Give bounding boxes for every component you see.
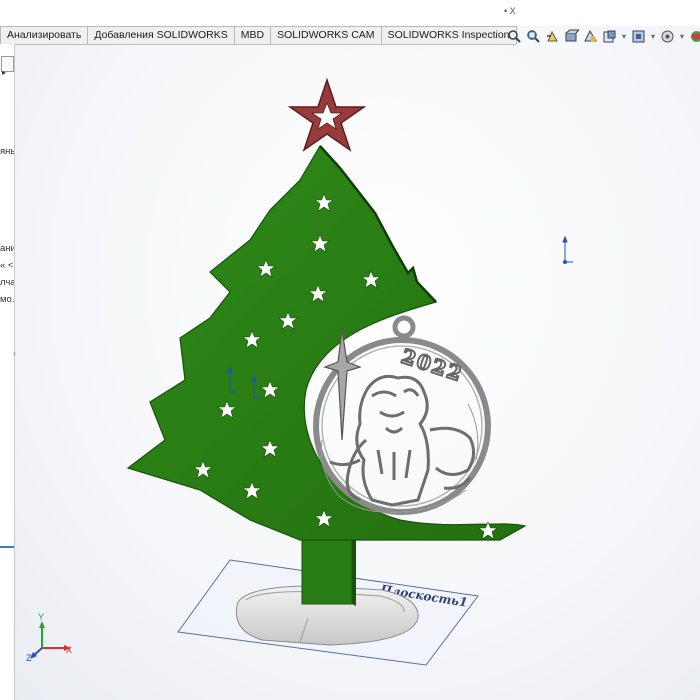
window-controls[interactable]: • X <box>504 6 516 16</box>
origin-marker-left <box>227 366 262 399</box>
panel-text-2: ани <box>0 243 15 254</box>
display-style-dropdown[interactable]: ▾ <box>620 28 628 45</box>
christmas-tree[interactable] <box>126 144 527 541</box>
display-style-icon[interactable] <box>601 28 618 45</box>
ornament-medallion[interactable]: 2022 <box>313 315 491 515</box>
ornament-detail-lines <box>320 403 479 513</box>
edit-appearance-icon[interactable] <box>659 28 676 45</box>
tab-solidworks-cam[interactable]: SOLIDWORKS CAM <box>270 26 382 44</box>
reference-plane[interactable]: Плоскость1 <box>177 559 479 666</box>
tree-topper-star[interactable] <box>287 77 367 152</box>
star-cutout <box>217 400 237 419</box>
triad-z-label: Z <box>26 653 32 663</box>
origin-marker-right <box>562 235 573 264</box>
zoom-area-icon[interactable] <box>525 28 542 45</box>
panel-resize-grip[interactable]: ‹ <box>13 348 19 362</box>
panel-expand-icon[interactable]: ▸ <box>2 68 6 77</box>
reference-triad: Y X Z <box>26 612 72 663</box>
zoom-to-fit-icon[interactable] <box>506 28 523 45</box>
graphics-viewport[interactable]: Плоскость1 2022 Y X Z <box>0 0 700 700</box>
tree-base[interactable] <box>236 585 419 646</box>
star-cutout <box>256 259 276 278</box>
star-cutout <box>278 311 298 330</box>
apply-scene-icon[interactable] <box>688 28 700 45</box>
tab-mbd[interactable]: MBD <box>233 26 272 44</box>
command-manager-tabs: Анализировать Добавления SOLIDWORKS MBD … <box>0 26 517 45</box>
heads-up-view-toolbar: ▾ ▾ ▾ <box>506 26 700 46</box>
tiger-figure <box>329 374 475 507</box>
feature-manager-panel: ▸ янь ани « < лча мо. > <box>0 44 15 700</box>
star-cutout <box>310 234 330 253</box>
panel-text-3[interactable]: « < <box>0 260 13 271</box>
triad-y-label: Y <box>38 612 44 622</box>
tree-star-cutouts <box>193 193 498 540</box>
tab-solidworks-addins[interactable]: Добавления SOLIDWORKS <box>87 26 235 44</box>
triad-x-label: X <box>66 645 72 655</box>
star-cutout <box>260 380 280 399</box>
tree-trunk[interactable] <box>301 529 356 606</box>
appearance-dropdown[interactable]: ▾ <box>678 28 686 45</box>
ornament-year: 2022 <box>398 344 466 387</box>
star-cutout <box>260 439 280 458</box>
panel-splitter[interactable] <box>0 546 14 548</box>
tab-analyze[interactable]: Анализировать <box>0 26 89 44</box>
star-cutout <box>361 270 381 289</box>
star-cutout <box>193 460 213 479</box>
star-cutout <box>314 193 334 212</box>
panel-text-1: янь <box>0 146 15 157</box>
star-cutout <box>308 284 328 303</box>
plane-label[interactable]: Плоскость1 <box>379 582 469 610</box>
previous-view-icon[interactable] <box>544 28 561 45</box>
panel-text-5: мо. <box>0 294 15 305</box>
view-orientation-icon[interactable] <box>582 28 599 45</box>
panel-text-4: лча <box>0 277 15 288</box>
hide-show-items-icon[interactable] <box>630 28 647 45</box>
hide-show-dropdown[interactable]: ▾ <box>649 28 657 45</box>
section-view-icon[interactable] <box>563 28 580 45</box>
tab-solidworks-inspection[interactable]: SOLIDWORKS Inspection <box>380 26 517 44</box>
star-cutout <box>242 481 262 500</box>
star-cutout <box>478 521 498 540</box>
title-strip: • X <box>0 0 700 26</box>
star-cutout <box>314 509 334 528</box>
star-cutout <box>242 330 262 349</box>
